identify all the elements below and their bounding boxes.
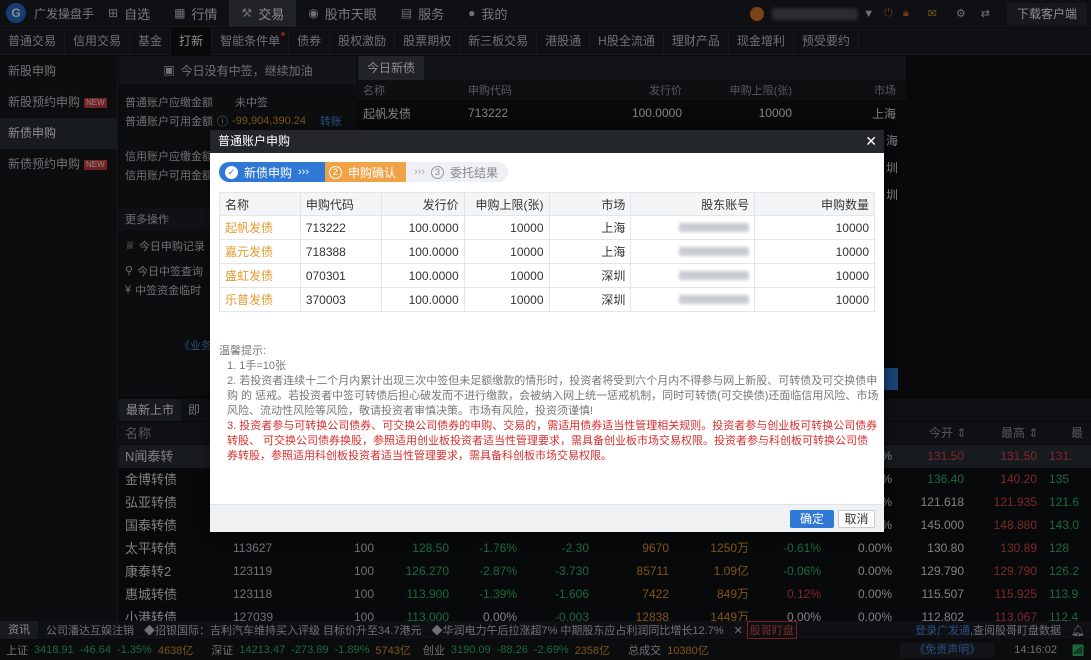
table-cell: 10000 bbox=[463, 287, 550, 312]
account-number-blurred bbox=[679, 270, 750, 280]
step-indicator: ✓ 新债申购 ››› 2 申购确认 ››› 3 委托结果 bbox=[219, 162, 509, 182]
table-cell: 10000 bbox=[463, 239, 550, 264]
table-row[interactable]: 盛虹发债 070301 100.0000 10000 深圳 10000 bbox=[219, 263, 875, 288]
account-number-blurred bbox=[679, 222, 750, 232]
cancel-button[interactable]: 取消 bbox=[838, 510, 875, 528]
dialog-title-bar: 普通账户申购 ✕ bbox=[210, 130, 884, 153]
table-cell bbox=[630, 239, 756, 264]
table-cell: 上海 bbox=[548, 239, 632, 264]
table-cell: 10000 bbox=[754, 215, 875, 240]
warm-tips: 温馨提示: 1. 1手=10张 2. 若投资者连续十二个月内累计出现三次中签但未… bbox=[219, 345, 879, 462]
table-cell: 10000 bbox=[754, 263, 875, 288]
chevron-right-icon: ››› bbox=[298, 166, 310, 178]
table-cell: 10000 bbox=[463, 215, 550, 240]
step-2: 2 申购确认 bbox=[325, 162, 407, 182]
table-cell: 100.0000 bbox=[380, 263, 465, 288]
bond-name: 盛虹发债 bbox=[219, 263, 301, 288]
step-1: ✓ 新债申购 ››› bbox=[219, 162, 326, 182]
confirm-button[interactable]: 确定 bbox=[790, 510, 834, 528]
table-row[interactable]: 嘉元发债 718388 100.0000 10000 上海 10000 bbox=[219, 239, 875, 264]
table-cell: 070301 bbox=[299, 263, 382, 288]
subscription-dialog: 普通账户申购 ✕ ✓ 新债申购 ››› 2 申购确认 ››› 3 委托结果 名称… bbox=[210, 130, 884, 532]
account-number-blurred bbox=[679, 294, 750, 304]
subscription-table: 名称 申购代码 发行价 申购上限(张) 市场 股东账号 申购数量 起帆发债 713… bbox=[219, 192, 875, 312]
table-header-row: 名称 申购代码 发行价 申购上限(张) 市场 股东账号 申购数量 bbox=[219, 192, 875, 216]
bond-name: 嘉元发债 bbox=[219, 239, 301, 264]
close-icon[interactable]: ✕ bbox=[865, 130, 877, 153]
chevron-right-icon: ››› bbox=[414, 166, 426, 178]
dialog-title: 普通账户申购 bbox=[218, 134, 291, 148]
table-cell: 上海 bbox=[548, 215, 632, 240]
table-row[interactable]: 起帆发债 713222 100.0000 10000 上海 10000 bbox=[219, 215, 875, 240]
table-cell bbox=[630, 287, 756, 312]
table-cell: 10000 bbox=[754, 287, 875, 312]
table-cell: 100.0000 bbox=[380, 239, 465, 264]
table-cell: 718388 bbox=[299, 239, 382, 264]
table-cell: 深圳 bbox=[548, 263, 632, 288]
table-cell: 100.0000 bbox=[380, 215, 465, 240]
bond-name: 乐普发债 bbox=[219, 287, 301, 312]
step-3: ››› 3 委托结果 bbox=[406, 162, 509, 182]
dialog-footer: 确定 取消 bbox=[210, 504, 884, 532]
account-number-blurred bbox=[679, 246, 750, 256]
table-cell: 深圳 bbox=[548, 287, 632, 312]
table-cell bbox=[630, 263, 756, 288]
table-cell: 10000 bbox=[463, 263, 550, 288]
bond-name: 起帆发债 bbox=[219, 215, 301, 240]
table-cell: 713222 bbox=[299, 215, 382, 240]
table-cell: 370003 bbox=[299, 287, 382, 312]
table-cell: 100.0000 bbox=[380, 287, 465, 312]
table-cell: 10000 bbox=[754, 239, 875, 264]
table-row[interactable]: 乐普发债 370003 100.0000 10000 深圳 10000 bbox=[219, 287, 875, 312]
table-cell bbox=[630, 215, 756, 240]
